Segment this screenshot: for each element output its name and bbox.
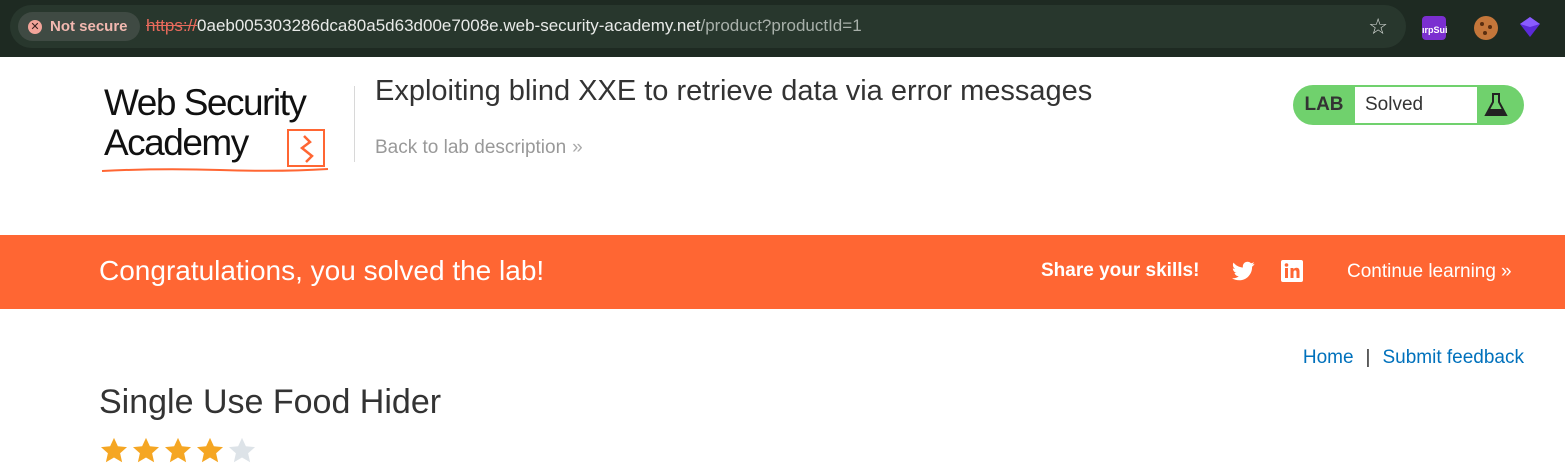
bookmark-star-icon[interactable]: ☆ [1368,14,1388,40]
cookie-extension-icon[interactable] [1474,16,1498,40]
back-to-lab-description-link[interactable]: Back to lab description» [375,137,583,159]
chevron-right-icon: » [1500,261,1512,282]
lab-status-text: Solved [1355,87,1477,123]
url-host: 0aeb005303286dca80a5d63d00e7008e.web-sec… [197,16,701,35]
product-rating [99,436,257,466]
congratulations-message: Congratulations, you solved the lab! [99,255,545,286]
web-security-academy-logo[interactable]: Web Security Academy [100,82,350,174]
header-divider [354,86,355,162]
url-text[interactable]: https://0aeb005303286dca80a5d63d00e7008e… [146,16,862,36]
burp-extension-icon[interactable]: ırpSui [1422,16,1448,40]
logo-mark-icon [287,129,325,167]
address-bar[interactable]: ✕ Not secure https://0aeb005303286dca80a… [10,5,1406,48]
security-label: Not secure [50,18,128,35]
lab-badge-label: LAB [1304,94,1344,115]
home-link[interactable]: Home [1303,347,1354,368]
lab-title: Exploiting blind XXE to retrieve data vi… [375,75,1093,107]
product-title: Single Use Food Hider [99,383,442,421]
twitter-icon[interactable] [1232,261,1256,283]
congratulations-banner: Congratulations, you solved the lab! Sha… [0,235,1565,309]
url-scheme: https:// [146,16,198,35]
chevron-right-icon: » [572,137,583,158]
security-indicator[interactable]: ✕ Not secure [18,12,140,41]
rating-star-filled-icon [101,437,127,463]
logo-underline [101,168,329,172]
browser-toolbar: ✕ Not secure https://0aeb005303286dca80a… [0,0,1565,57]
rating-star-filled-icon [133,437,159,463]
logo-line1: Web Security [104,82,307,123]
submit-feedback-link[interactable]: Submit feedback [1382,347,1524,368]
share-skills-label: Share your skills! [1041,260,1200,281]
burp-extension-label: ırpSui [1422,25,1448,35]
rating-star-filled-icon [197,437,223,463]
rating-star-filled-icon [165,437,191,463]
rating-star-empty-icon [229,437,255,463]
flask-icon [1484,93,1508,116]
logo-line2: Academy [104,122,249,163]
gem-extension-icon[interactable] [1519,16,1541,38]
continue-learning-label: Continue learning [1347,261,1496,282]
url-path: /product?productId=1 [700,16,862,35]
continue-learning-link[interactable]: Continue learning» [1347,261,1512,283]
linkedin-icon[interactable] [1281,260,1303,282]
lab-status-badge: LAB Solved [1293,85,1524,125]
not-secure-icon: ✕ [28,19,42,34]
top-navigation: Home | Submit feedback [1303,347,1524,369]
nav-separator: | [1365,347,1371,368]
back-link-label: Back to lab description [375,137,567,158]
